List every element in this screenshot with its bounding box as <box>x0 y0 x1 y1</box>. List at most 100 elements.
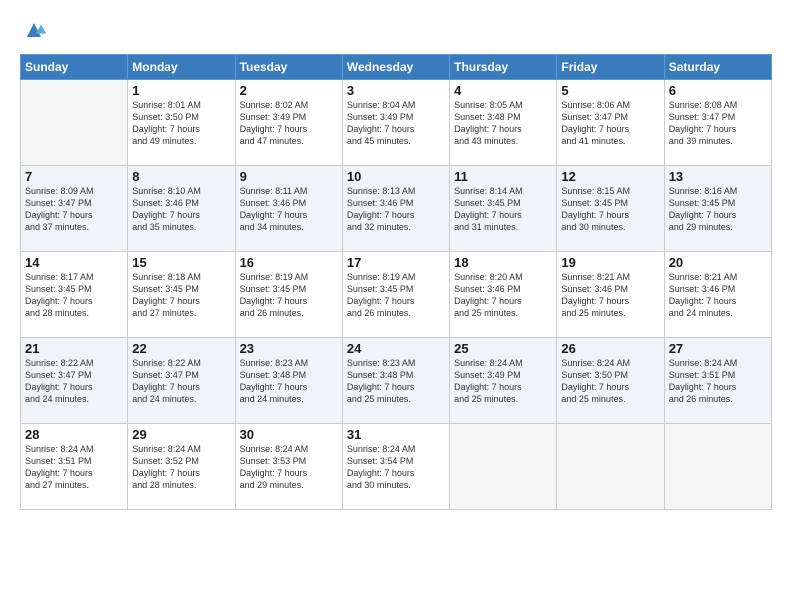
day-info: Sunrise: 8:22 AM Sunset: 3:47 PM Dayligh… <box>25 357 123 406</box>
calendar-cell: 31Sunrise: 8:24 AM Sunset: 3:54 PM Dayli… <box>342 424 449 510</box>
day-info: Sunrise: 8:01 AM Sunset: 3:50 PM Dayligh… <box>132 99 230 148</box>
calendar-week-row: 7Sunrise: 8:09 AM Sunset: 3:47 PM Daylig… <box>21 166 772 252</box>
calendar-cell: 3Sunrise: 8:04 AM Sunset: 3:49 PM Daylig… <box>342 80 449 166</box>
day-info: Sunrise: 8:21 AM Sunset: 3:46 PM Dayligh… <box>561 271 659 320</box>
day-number: 30 <box>240 427 338 442</box>
day-info: Sunrise: 8:24 AM Sunset: 3:54 PM Dayligh… <box>347 443 445 492</box>
day-number: 2 <box>240 83 338 98</box>
day-info: Sunrise: 8:23 AM Sunset: 3:48 PM Dayligh… <box>347 357 445 406</box>
day-number: 5 <box>561 83 659 98</box>
day-number: 6 <box>669 83 767 98</box>
calendar-cell: 6Sunrise: 8:08 AM Sunset: 3:47 PM Daylig… <box>664 80 771 166</box>
day-info: Sunrise: 8:14 AM Sunset: 3:45 PM Dayligh… <box>454 185 552 234</box>
day-number: 10 <box>347 169 445 184</box>
day-header-wednesday: Wednesday <box>342 55 449 80</box>
calendar-cell: 27Sunrise: 8:24 AM Sunset: 3:51 PM Dayli… <box>664 338 771 424</box>
calendar-cell: 10Sunrise: 8:13 AM Sunset: 3:46 PM Dayli… <box>342 166 449 252</box>
calendar-cell: 25Sunrise: 8:24 AM Sunset: 3:49 PM Dayli… <box>450 338 557 424</box>
day-info: Sunrise: 8:06 AM Sunset: 3:47 PM Dayligh… <box>561 99 659 148</box>
day-header-sunday: Sunday <box>21 55 128 80</box>
calendar-cell <box>664 424 771 510</box>
day-info: Sunrise: 8:05 AM Sunset: 3:48 PM Dayligh… <box>454 99 552 148</box>
day-info: Sunrise: 8:17 AM Sunset: 3:45 PM Dayligh… <box>25 271 123 320</box>
day-info: Sunrise: 8:20 AM Sunset: 3:46 PM Dayligh… <box>454 271 552 320</box>
calendar-cell: 24Sunrise: 8:23 AM Sunset: 3:48 PM Dayli… <box>342 338 449 424</box>
day-info: Sunrise: 8:24 AM Sunset: 3:51 PM Dayligh… <box>669 357 767 406</box>
day-info: Sunrise: 8:11 AM Sunset: 3:46 PM Dayligh… <box>240 185 338 234</box>
calendar-cell <box>557 424 664 510</box>
calendar-cell: 9Sunrise: 8:11 AM Sunset: 3:46 PM Daylig… <box>235 166 342 252</box>
day-info: Sunrise: 8:24 AM Sunset: 3:52 PM Dayligh… <box>132 443 230 492</box>
day-number: 16 <box>240 255 338 270</box>
day-info: Sunrise: 8:02 AM Sunset: 3:49 PM Dayligh… <box>240 99 338 148</box>
day-number: 23 <box>240 341 338 356</box>
day-header-friday: Friday <box>557 55 664 80</box>
day-info: Sunrise: 8:23 AM Sunset: 3:48 PM Dayligh… <box>240 357 338 406</box>
day-info: Sunrise: 8:19 AM Sunset: 3:45 PM Dayligh… <box>240 271 338 320</box>
calendar-week-row: 28Sunrise: 8:24 AM Sunset: 3:51 PM Dayli… <box>21 424 772 510</box>
day-number: 4 <box>454 83 552 98</box>
day-number: 24 <box>347 341 445 356</box>
day-info: Sunrise: 8:08 AM Sunset: 3:47 PM Dayligh… <box>669 99 767 148</box>
calendar-cell: 8Sunrise: 8:10 AM Sunset: 3:46 PM Daylig… <box>128 166 235 252</box>
day-info: Sunrise: 8:15 AM Sunset: 3:45 PM Dayligh… <box>561 185 659 234</box>
day-info: Sunrise: 8:09 AM Sunset: 3:47 PM Dayligh… <box>25 185 123 234</box>
day-number: 21 <box>25 341 123 356</box>
logo <box>20 16 52 44</box>
calendar-cell: 7Sunrise: 8:09 AM Sunset: 3:47 PM Daylig… <box>21 166 128 252</box>
day-number: 22 <box>132 341 230 356</box>
calendar-cell: 17Sunrise: 8:19 AM Sunset: 3:45 PM Dayli… <box>342 252 449 338</box>
day-header-thursday: Thursday <box>450 55 557 80</box>
day-number: 12 <box>561 169 659 184</box>
calendar-cell: 13Sunrise: 8:16 AM Sunset: 3:45 PM Dayli… <box>664 166 771 252</box>
day-info: Sunrise: 8:10 AM Sunset: 3:46 PM Dayligh… <box>132 185 230 234</box>
day-number: 11 <box>454 169 552 184</box>
day-info: Sunrise: 8:16 AM Sunset: 3:45 PM Dayligh… <box>669 185 767 234</box>
day-number: 15 <box>132 255 230 270</box>
calendar-cell: 15Sunrise: 8:18 AM Sunset: 3:45 PM Dayli… <box>128 252 235 338</box>
day-number: 3 <box>347 83 445 98</box>
calendar-week-row: 14Sunrise: 8:17 AM Sunset: 3:45 PM Dayli… <box>21 252 772 338</box>
page: SundayMondayTuesdayWednesdayThursdayFrid… <box>0 0 792 612</box>
day-number: 27 <box>669 341 767 356</box>
day-info: Sunrise: 8:24 AM Sunset: 3:51 PM Dayligh… <box>25 443 123 492</box>
calendar: SundayMondayTuesdayWednesdayThursdayFrid… <box>20 54 772 510</box>
calendar-cell: 18Sunrise: 8:20 AM Sunset: 3:46 PM Dayli… <box>450 252 557 338</box>
day-info: Sunrise: 8:13 AM Sunset: 3:46 PM Dayligh… <box>347 185 445 234</box>
calendar-cell: 23Sunrise: 8:23 AM Sunset: 3:48 PM Dayli… <box>235 338 342 424</box>
calendar-cell: 19Sunrise: 8:21 AM Sunset: 3:46 PM Dayli… <box>557 252 664 338</box>
day-number: 8 <box>132 169 230 184</box>
day-number: 17 <box>347 255 445 270</box>
calendar-cell <box>21 80 128 166</box>
day-number: 19 <box>561 255 659 270</box>
day-number: 28 <box>25 427 123 442</box>
calendar-cell: 30Sunrise: 8:24 AM Sunset: 3:53 PM Dayli… <box>235 424 342 510</box>
calendar-cell: 4Sunrise: 8:05 AM Sunset: 3:48 PM Daylig… <box>450 80 557 166</box>
day-info: Sunrise: 8:21 AM Sunset: 3:46 PM Dayligh… <box>669 271 767 320</box>
day-number: 25 <box>454 341 552 356</box>
calendar-cell: 5Sunrise: 8:06 AM Sunset: 3:47 PM Daylig… <box>557 80 664 166</box>
calendar-cell: 22Sunrise: 8:22 AM Sunset: 3:47 PM Dayli… <box>128 338 235 424</box>
day-number: 7 <box>25 169 123 184</box>
day-number: 29 <box>132 427 230 442</box>
calendar-cell: 12Sunrise: 8:15 AM Sunset: 3:45 PM Dayli… <box>557 166 664 252</box>
calendar-cell: 2Sunrise: 8:02 AM Sunset: 3:49 PM Daylig… <box>235 80 342 166</box>
calendar-cell: 28Sunrise: 8:24 AM Sunset: 3:51 PM Dayli… <box>21 424 128 510</box>
calendar-week-row: 1Sunrise: 8:01 AM Sunset: 3:50 PM Daylig… <box>21 80 772 166</box>
day-info: Sunrise: 8:19 AM Sunset: 3:45 PM Dayligh… <box>347 271 445 320</box>
day-info: Sunrise: 8:18 AM Sunset: 3:45 PM Dayligh… <box>132 271 230 320</box>
calendar-cell: 26Sunrise: 8:24 AM Sunset: 3:50 PM Dayli… <box>557 338 664 424</box>
calendar-cell: 20Sunrise: 8:21 AM Sunset: 3:46 PM Dayli… <box>664 252 771 338</box>
calendar-cell: 1Sunrise: 8:01 AM Sunset: 3:50 PM Daylig… <box>128 80 235 166</box>
day-number: 13 <box>669 169 767 184</box>
day-info: Sunrise: 8:04 AM Sunset: 3:49 PM Dayligh… <box>347 99 445 148</box>
day-info: Sunrise: 8:24 AM Sunset: 3:49 PM Dayligh… <box>454 357 552 406</box>
calendar-cell: 21Sunrise: 8:22 AM Sunset: 3:47 PM Dayli… <box>21 338 128 424</box>
calendar-week-row: 21Sunrise: 8:22 AM Sunset: 3:47 PM Dayli… <box>21 338 772 424</box>
logo-icon <box>20 16 48 44</box>
calendar-header-row: SundayMondayTuesdayWednesdayThursdayFrid… <box>21 55 772 80</box>
day-number: 9 <box>240 169 338 184</box>
day-number: 18 <box>454 255 552 270</box>
day-header-saturday: Saturday <box>664 55 771 80</box>
calendar-cell: 29Sunrise: 8:24 AM Sunset: 3:52 PM Dayli… <box>128 424 235 510</box>
